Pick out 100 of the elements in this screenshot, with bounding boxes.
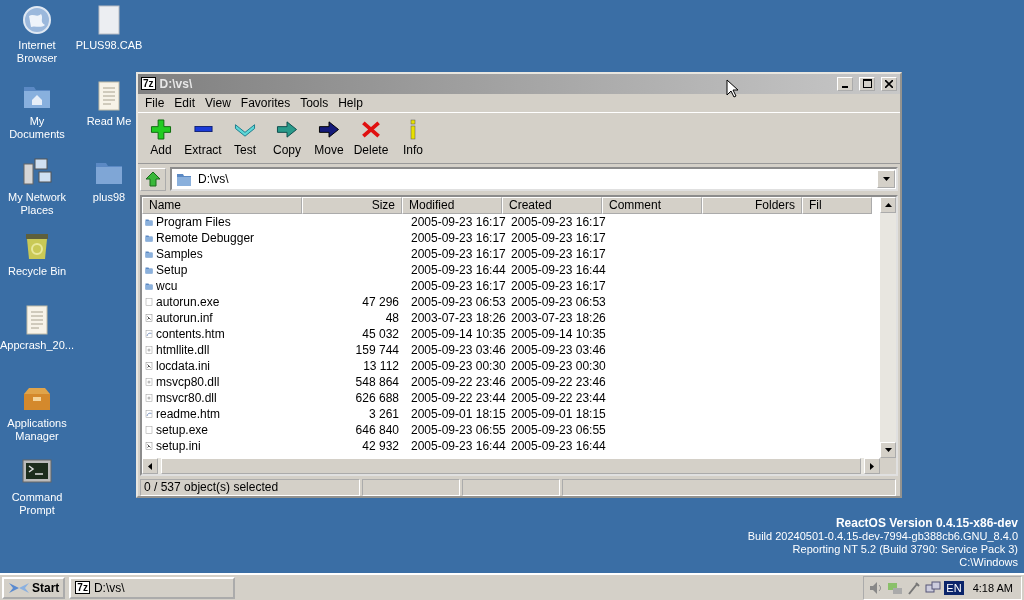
scrollbar-corner bbox=[880, 458, 896, 474]
file-name[interactable]: msvcp80.dll bbox=[155, 375, 305, 390]
app-logo: 7z bbox=[75, 581, 90, 594]
up-arrow-icon bbox=[145, 171, 161, 188]
file-name[interactable]: Setup bbox=[155, 263, 305, 278]
start-logo-icon bbox=[8, 580, 30, 595]
menu-item[interactable]: View bbox=[200, 96, 236, 111]
file-name[interactable]: setup.exe bbox=[155, 423, 305, 438]
desktop-icon-label[interactable]: plus98 bbox=[92, 191, 126, 204]
table-cell-text: 2005-09-22 23:46 bbox=[510, 375, 605, 390]
file-name[interactable]: autorun.exe bbox=[155, 295, 305, 310]
file-name[interactable]: readme.htm bbox=[155, 407, 305, 422]
dropdown-arrow-icon bbox=[882, 177, 890, 182]
close-button[interactable] bbox=[881, 76, 897, 91]
mouse-pointer-icon bbox=[726, 79, 738, 98]
desktop-icon-label[interactable]: Command Prompt bbox=[2, 491, 72, 517]
table-cell-text: 2005-09-14 10:35 bbox=[410, 327, 505, 342]
language-indicator[interactable]: EN bbox=[944, 580, 964, 595]
column-header[interactable]: Name bbox=[142, 197, 302, 215]
up-folder-button[interactable] bbox=[140, 167, 166, 191]
column-header[interactable]: Comment bbox=[602, 197, 702, 215]
minimize-button[interactable] bbox=[837, 76, 853, 91]
right-arrow-icon bbox=[870, 462, 874, 470]
window-title: D:\vs\ bbox=[159, 76, 193, 91]
table-cell-text: 2005-09-23 16:17 bbox=[510, 279, 605, 294]
menu-item[interactable]: Help bbox=[333, 96, 368, 111]
file-name[interactable]: msvcr80.dll bbox=[155, 391, 305, 406]
column-header[interactable]: Modified bbox=[402, 197, 502, 215]
toolbar-button[interactable]: Move bbox=[308, 117, 350, 160]
file-name[interactable]: Program Files bbox=[155, 215, 305, 230]
horizontal-scrollbar[interactable] bbox=[142, 458, 880, 474]
column-header[interactable]: Created bbox=[502, 197, 602, 215]
desktop-icon-label[interactable]: Applications Manager bbox=[2, 417, 72, 443]
file-name[interactable]: wcu bbox=[155, 279, 305, 294]
menu-item[interactable]: Edit bbox=[169, 96, 201, 111]
file-name[interactable]: htmllite.dll bbox=[155, 343, 305, 358]
close-icon bbox=[885, 79, 893, 88]
desktop-icon-label[interactable]: Read Me bbox=[86, 115, 132, 128]
file-name[interactable]: autorun.inf bbox=[155, 311, 305, 326]
maximize-button[interactable] bbox=[859, 76, 875, 91]
down-arrow-icon bbox=[884, 448, 892, 452]
table-cell-text: 2005-09-23 16:17 bbox=[410, 247, 505, 262]
taskbar-button[interactable]: 7z D:\vs\ bbox=[69, 576, 236, 599]
up-arrow-icon bbox=[884, 203, 892, 208]
table-cell-text: 2005-09-23 06:55 bbox=[510, 423, 605, 438]
desktop-icon-label[interactable]: My Documents bbox=[2, 115, 72, 141]
desktop-icon-label[interactable]: My Network Places bbox=[2, 191, 72, 217]
table-cell-text: 159 744 bbox=[354, 343, 400, 358]
table-cell-text: 2005-09-23 03:46 bbox=[410, 343, 505, 358]
monitors-icon bbox=[925, 579, 942, 596]
table-cell-text: 2005-09-22 23:44 bbox=[410, 391, 505, 406]
table-cell-text: 2005-09-23 16:17 bbox=[510, 231, 605, 246]
file-name[interactable]: locdata.ini bbox=[155, 359, 305, 374]
file-name[interactable]: contents.htm bbox=[155, 327, 305, 342]
minimize-icon bbox=[842, 85, 848, 88]
menu-item[interactable]: Tools bbox=[295, 96, 334, 111]
file-name[interactable]: Samples bbox=[155, 247, 305, 262]
toolbar-button[interactable]: Test bbox=[224, 117, 266, 160]
desktop-icon-label[interactable]: Internet Browser bbox=[2, 39, 72, 65]
toolbar-button[interactable]: Copy bbox=[266, 117, 308, 160]
version-line: Build 20240501-0.4.15-dev-7994-gb388cb6.GNU_8.4.0 bbox=[747, 530, 1018, 543]
desktop-icon-label[interactable]: Appcrash_20... bbox=[0, 339, 74, 352]
file-name[interactable]: setup.ini bbox=[155, 439, 305, 454]
toolbar-button[interactable]: Add bbox=[140, 117, 182, 160]
plus-icon bbox=[149, 119, 173, 141]
column-header[interactable]: Folders bbox=[702, 197, 802, 215]
minus-icon bbox=[192, 126, 214, 133]
start-button[interactable]: Start bbox=[2, 576, 66, 599]
path-combo-box[interactable]: D:\vs\ bbox=[170, 167, 898, 192]
clock[interactable]: 4:18 AM bbox=[972, 581, 1013, 594]
table-cell-text: 2005-09-23 03:46 bbox=[510, 343, 605, 358]
file-name[interactable]: Remote Debugger bbox=[155, 231, 305, 246]
column-header[interactable]: Size bbox=[302, 197, 402, 215]
table-cell-text: 2005-09-23 16:17 bbox=[410, 215, 505, 230]
toolbar-button[interactable]: Extract bbox=[182, 117, 224, 160]
desktop-icon-label[interactable]: PLUS98.CAB bbox=[75, 39, 143, 52]
menu-item[interactable]: File bbox=[140, 96, 170, 111]
table-cell-text: 2005-09-23 16:17 bbox=[410, 231, 505, 246]
table-cell-text: 2005-09-23 16:44 bbox=[410, 439, 505, 454]
table-cell-text: 3 261 bbox=[367, 407, 400, 422]
table-cell-text: 2005-09-22 23:46 bbox=[410, 375, 505, 390]
network-icon bbox=[21, 156, 53, 188]
table-cell-text: 42 932 bbox=[361, 439, 400, 454]
maximize-icon bbox=[862, 79, 872, 89]
column-header[interactable]: Fil bbox=[802, 197, 872, 215]
version-line: Reporting NT 5.2 (Build 3790: Service Pack 3) bbox=[792, 543, 1018, 556]
arrow-icon bbox=[275, 119, 299, 141]
version-line: C:\Windows bbox=[959, 556, 1018, 569]
table-cell-text: 2005-09-14 10:35 bbox=[510, 327, 605, 342]
toolbar-button[interactable]: Delete bbox=[350, 117, 392, 160]
desktop-icon-label[interactable]: Recycle Bin bbox=[7, 265, 67, 278]
toolbar-button[interactable]: Info bbox=[392, 117, 434, 160]
table-cell-text: 2005-09-01 18:15 bbox=[510, 407, 605, 422]
vertical-scrollbar[interactable] bbox=[880, 197, 896, 458]
menu-item[interactable]: Favorites bbox=[235, 96, 296, 111]
table-cell-text: 626 688 bbox=[354, 391, 400, 406]
folder-icon bbox=[176, 171, 192, 188]
table-cell-text: 48 bbox=[384, 311, 400, 326]
app-logo: 7z bbox=[141, 77, 156, 91]
table-cell-text: 2005-09-22 23:44 bbox=[510, 391, 605, 406]
